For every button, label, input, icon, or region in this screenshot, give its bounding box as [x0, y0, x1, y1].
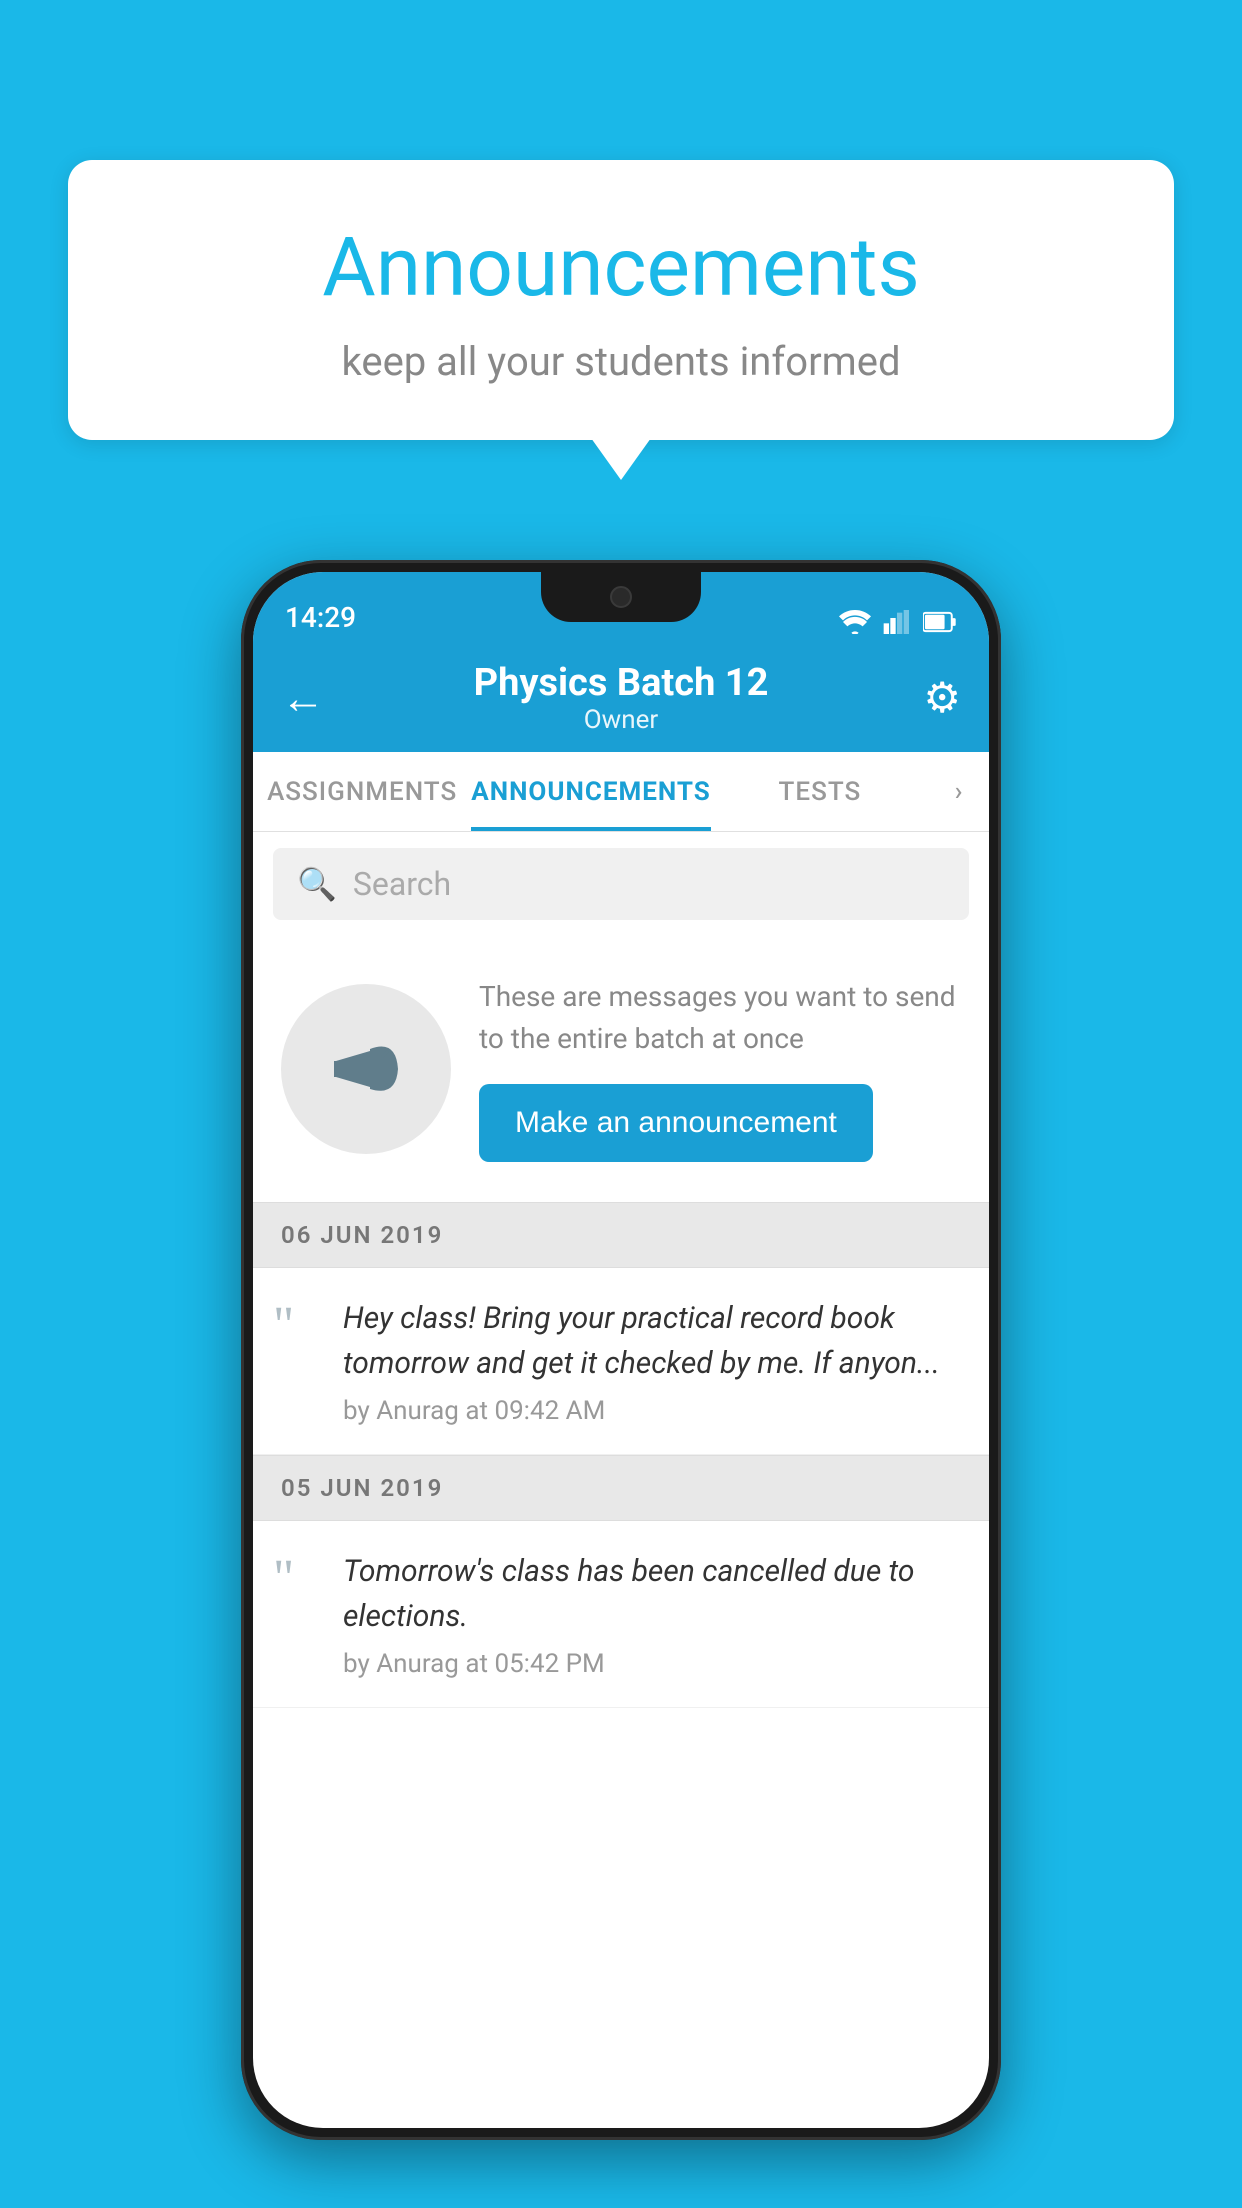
tab-assignments[interactable]: ASSIGNMENTS — [253, 752, 471, 831]
signal-icon — [883, 610, 911, 634]
search-bar-container: 🔍 Search — [253, 832, 989, 936]
wifi-icon — [839, 610, 871, 634]
status-icons — [839, 610, 957, 634]
announcement-content-2: Tomorrow's class has been cancelled due … — [343, 1549, 961, 1679]
announcement-item-1[interactable]: " Hey class! Bring your practical record… — [253, 1268, 989, 1455]
speech-bubble-card: Announcements keep all your students inf… — [68, 160, 1174, 440]
speech-bubble-subtitle: keep all your students informed — [108, 338, 1134, 385]
tab-more[interactable]: › — [929, 752, 989, 831]
announcement-text-1: Hey class! Bring your practical record b… — [343, 1296, 961, 1386]
announcement-content-1: Hey class! Bring your practical record b… — [343, 1296, 961, 1426]
search-placeholder: Search — [353, 865, 451, 903]
announcement-text-2: Tomorrow's class has been cancelled due … — [343, 1549, 961, 1639]
screen-content: 🔍 Search — [253, 832, 989, 2128]
phone-mockup: 14:29 — [241, 560, 1001, 2140]
status-time: 14:29 — [285, 601, 356, 634]
announcement-item-2[interactable]: " Tomorrow's class has been cancelled du… — [253, 1521, 989, 1708]
tab-tests[interactable]: TESTS — [711, 752, 929, 831]
app-toolbar: ← Physics Batch 12 Owner ⚙ — [253, 644, 989, 752]
back-button[interactable]: ← — [281, 672, 341, 724]
announcement-meta-2: by Anurag at 05:42 PM — [343, 1649, 961, 1679]
toolbar-title: Physics Batch 12 — [341, 661, 901, 705]
battery-icon — [923, 610, 957, 634]
search-icon: 🔍 — [297, 865, 337, 903]
date-separator-1: 06 JUN 2019 — [253, 1202, 989, 1268]
search-bar[interactable]: 🔍 Search — [273, 848, 969, 920]
phone-outer-shell: 14:29 — [241, 560, 1001, 2140]
quote-icon-2: " — [273, 1553, 323, 1605]
camera-icon — [610, 586, 632, 608]
announcement-meta-1: by Anurag at 09:42 AM — [343, 1396, 961, 1426]
megaphone-icon — [326, 1029, 406, 1109]
toolbar-title-group: Physics Batch 12 Owner — [341, 661, 901, 735]
quote-icon-1: " — [273, 1300, 323, 1352]
settings-icon[interactable]: ⚙ — [901, 673, 961, 723]
announcement-description: These are messages you want to send to t… — [479, 976, 961, 1060]
megaphone-icon-circle — [281, 984, 451, 1154]
tab-announcements[interactable]: ANNOUNCEMENTS — [471, 752, 710, 831]
phone-notch — [541, 572, 701, 622]
tabs-bar: ASSIGNMENTS ANNOUNCEMENTS TESTS › — [253, 752, 989, 832]
announcement-prompt-card: These are messages you want to send to t… — [253, 936, 989, 1202]
make-announcement-button[interactable]: Make an announcement — [479, 1084, 873, 1162]
announcement-prompt-content: These are messages you want to send to t… — [479, 976, 961, 1162]
phone-screen: 14:29 — [253, 572, 989, 2128]
toolbar-subtitle: Owner — [341, 705, 901, 735]
date-separator-2: 05 JUN 2019 — [253, 1455, 989, 1521]
speech-bubble-title: Announcements — [108, 220, 1134, 316]
